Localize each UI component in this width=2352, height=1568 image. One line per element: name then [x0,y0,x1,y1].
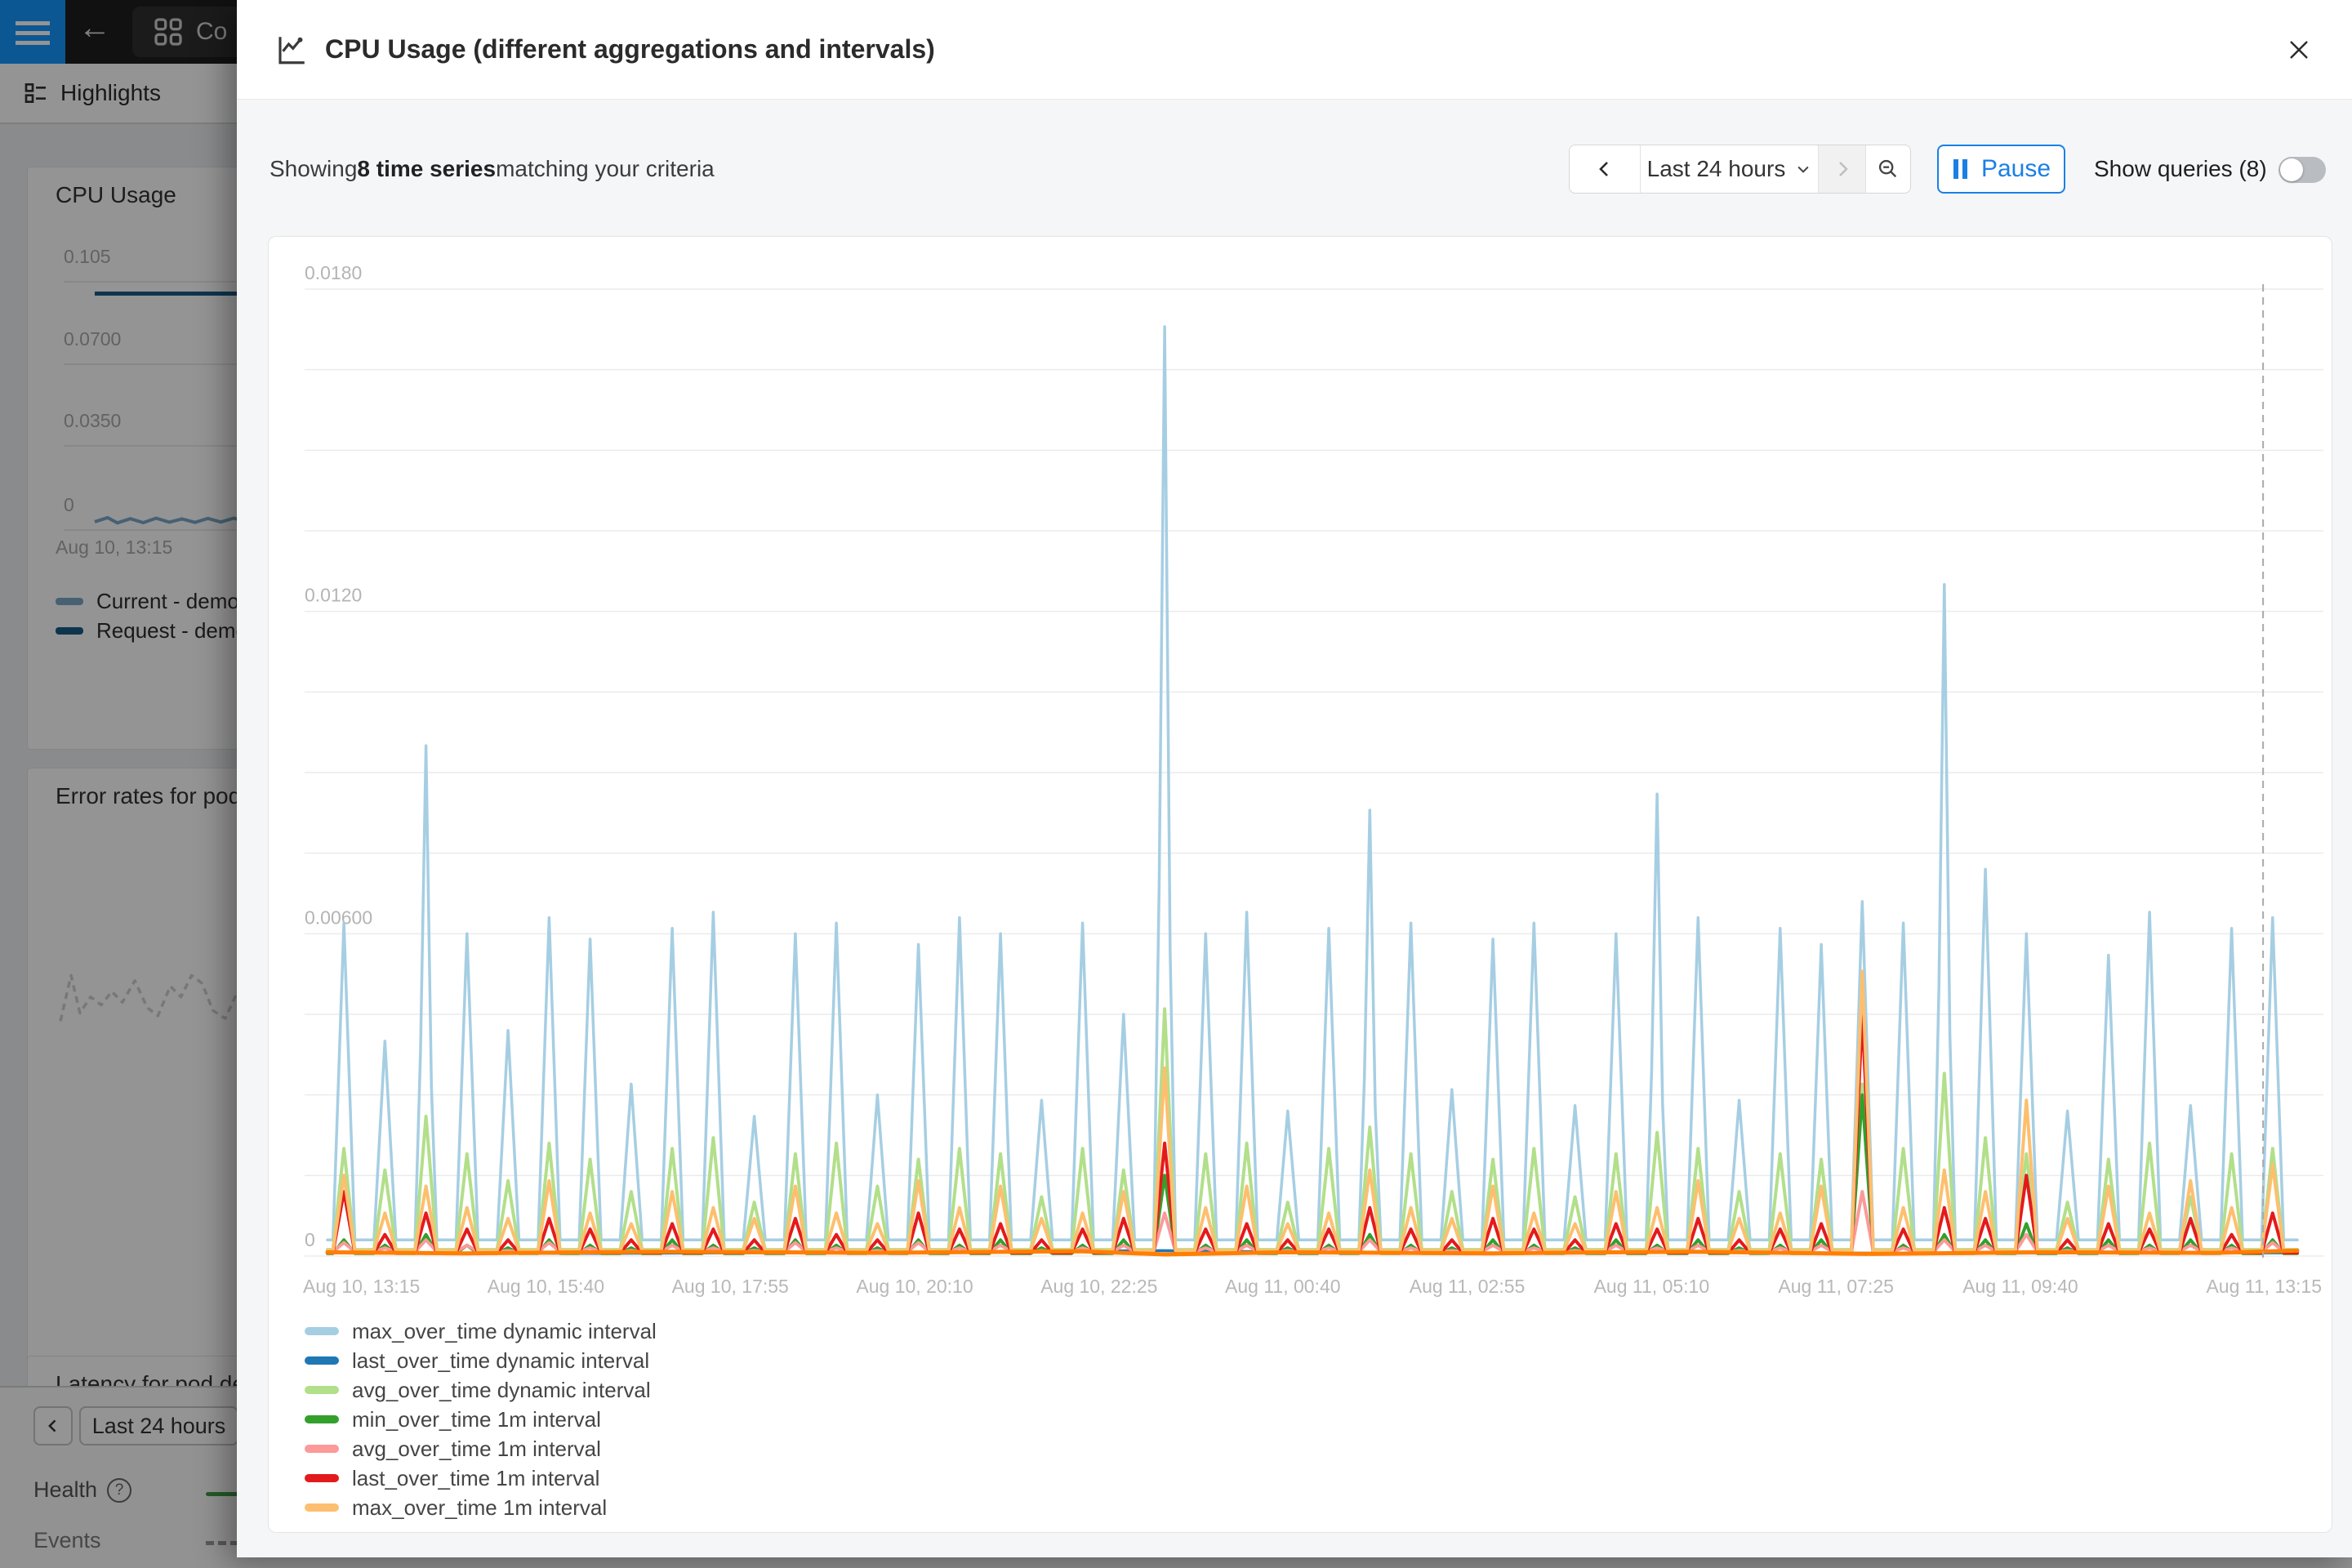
legend-swatch [305,1356,339,1365]
legend-label: last_over_time dynamic interval [352,1348,649,1374]
zoom-out-button[interactable] [1865,145,1910,193]
legend-item[interactable]: min_over_time 1m interval [305,1405,657,1434]
show-queries-label: Show queries (8) [2094,145,2267,194]
modal-header: CPU Usage (different aggregations and in… [237,0,2352,100]
svg-text:Aug 11, 02:55: Aug 11, 02:55 [1410,1276,1526,1297]
chart-panel: 0 0.00600 0.0120 0.0180 Aug 10, 13:15 Aug 10,… [268,236,2332,1533]
svg-text:Aug 11, 13:15: Aug 11, 13:15 [2206,1276,2322,1297]
close-button[interactable] [2278,29,2319,70]
svg-text:Aug 11, 09:40: Aug 11, 09:40 [1962,1276,2078,1297]
chevron-down-icon [1795,161,1811,177]
time-back-button[interactable] [1570,145,1640,193]
modal-title: CPU Usage (different aggregations and in… [325,34,935,65]
svg-text:Aug 10, 20:10: Aug 10, 20:10 [856,1276,973,1297]
svg-text:0.00600: 0.00600 [305,906,372,928]
svg-text:0.0120: 0.0120 [305,585,362,606]
legend-swatch [305,1474,339,1482]
time-range-dropdown[interactable]: Last 24 hours [1640,145,1818,193]
legend-swatch [305,1445,339,1453]
svg-text:Aug 11, 05:10: Aug 11, 05:10 [1594,1276,1710,1297]
legend-swatch [305,1415,339,1423]
legend-item[interactable]: avg_over_time 1m interval [305,1434,657,1463]
show-queries-toggle[interactable] [2278,157,2326,183]
legend-swatch [305,1503,339,1512]
series-summary: Showing 8 time series matching your crit… [270,145,715,194]
legend-item[interactable]: max_over_time 1m interval [305,1493,657,1522]
svg-text:0: 0 [305,1229,315,1250]
legend-swatch [305,1327,339,1335]
time-range-control: Last 24 hours [1569,145,1911,194]
svg-text:Aug 10, 22:25: Aug 10, 22:25 [1040,1276,1157,1297]
modal-body: Showing 8 time series matching your crit… [237,100,2352,1557]
pause-button[interactable]: Pause [1937,145,2065,194]
svg-text:Aug 10, 17:55: Aug 10, 17:55 [672,1276,789,1297]
svg-text:Aug 11, 00:40: Aug 11, 00:40 [1225,1276,1341,1297]
modal-dialog: CPU Usage (different aggregations and in… [237,0,2352,1557]
svg-text:0.0180: 0.0180 [305,262,362,283]
legend-swatch [305,1386,339,1394]
svg-text:Aug 10, 13:15: Aug 10, 13:15 [303,1276,420,1297]
legend-label: max_over_time dynamic interval [352,1319,657,1344]
chevron-right-icon [1840,163,1846,176]
legend-label: max_over_time 1m interval [352,1495,607,1521]
legend-label: min_over_time 1m interval [352,1407,601,1432]
close-icon [2287,38,2311,62]
svg-text:Aug 10, 15:40: Aug 10, 15:40 [488,1276,604,1297]
svg-text:Aug 11, 07:25: Aug 11, 07:25 [1778,1276,1894,1297]
legend-item[interactable]: last_over_time dynamic interval [305,1346,657,1375]
legend-label: avg_over_time 1m interval [352,1437,601,1462]
line-chart-icon [274,33,309,67]
legend-item[interactable]: avg_over_time dynamic interval [305,1375,657,1405]
chevron-left-icon [1601,163,1607,176]
legend-label: last_over_time 1m interval [352,1466,599,1491]
legend-item[interactable]: max_over_time dynamic interval [305,1316,657,1346]
legend-label: avg_over_time dynamic interval [352,1378,651,1403]
pause-icon [1952,158,1970,180]
zoom-out-icon [1877,158,1900,180]
time-forward-button[interactable] [1818,145,1865,193]
legend-item[interactable]: last_over_time 1m interval [305,1463,657,1493]
chart-legend: max_over_time dynamic interval last_over_… [305,1316,657,1522]
